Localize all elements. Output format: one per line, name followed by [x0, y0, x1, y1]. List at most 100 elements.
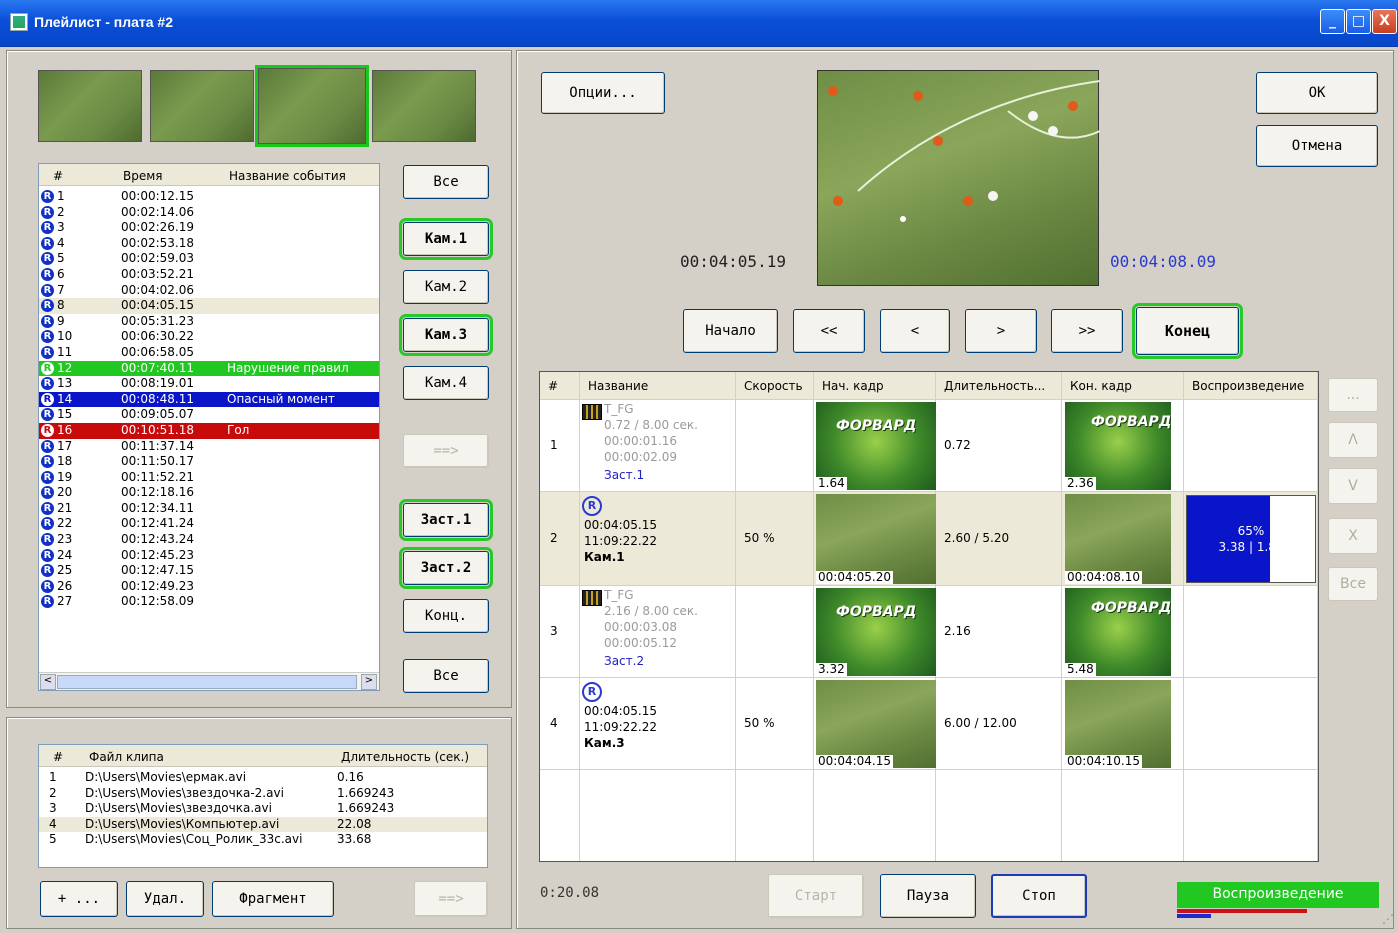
playlist-row[interactable]: 4 R 00:04:05.15 11:09:22.22 Кам.3 50 % 00:04:0… — [540, 678, 1318, 770]
stop-button[interactable]: Стоп — [991, 874, 1087, 918]
event-row[interactable]: R 20 00:12:18.16 — [39, 485, 379, 501]
scroll-thumb[interactable] — [57, 675, 357, 689]
events-hscrollbar[interactable]: < > — [39, 672, 379, 690]
playlist-grid[interactable]: # Название Скорость Нач. кадр Длительность..… — [539, 371, 1319, 862]
pl-col-start-frame[interactable]: Нач. кадр — [814, 372, 936, 400]
ok-button[interactable]: OK — [1256, 72, 1378, 114]
event-row[interactable]: R 8 00:04:05.15 — [39, 298, 379, 314]
event-row[interactable]: R 4 00:02:53.18 — [39, 236, 379, 252]
event-row[interactable]: R 23 00:12:43.24 — [39, 532, 379, 548]
zast1-button[interactable]: Заст.1 — [399, 499, 493, 541]
event-row[interactable]: R 9 00:05:31.23 — [39, 314, 379, 330]
more-button[interactable]: ... — [1328, 378, 1378, 412]
event-row[interactable]: R 13 00:08:19.01 — [39, 376, 379, 392]
event-row[interactable]: R 2 00:02:14.06 — [39, 205, 379, 221]
playlist-row[interactable]: 2 R 00:04:05.15 11:09:22.22 Кам.1 50 % 00:04:0… — [540, 492, 1318, 586]
start-frame-thumb[interactable]: ФОРВАРД 3.32 — [816, 588, 936, 676]
cam3-button[interactable]: Кам.3 — [399, 314, 493, 356]
event-row[interactable]: R 1 00:00:12.15 — [39, 189, 379, 205]
minimize-button[interactable]: _ — [1320, 9, 1345, 34]
event-row[interactable]: R 10 00:06:30.22 — [39, 329, 379, 345]
event-row[interactable]: R 19 00:11:52.21 — [39, 470, 379, 486]
move-down-button[interactable]: V — [1328, 468, 1378, 504]
zast2-button[interactable]: Заст.2 — [399, 547, 493, 589]
clips-col-number[interactable]: # — [53, 750, 63, 764]
event-row[interactable]: R 11 00:06:58.05 — [39, 345, 379, 361]
remove-item-button[interactable]: X — [1328, 518, 1378, 554]
col-number[interactable]: # — [53, 169, 63, 183]
pl-col-number[interactable]: # — [540, 372, 580, 400]
cam1-button[interactable]: Кам.1 — [399, 218, 493, 260]
end-button[interactable]: Конец — [1132, 303, 1243, 359]
event-row[interactable]: R 6 00:03:52.21 — [39, 267, 379, 283]
maximize-button[interactable]: □ — [1346, 9, 1371, 34]
pl-col-title[interactable]: Название — [580, 372, 736, 400]
clip-to-playlist-button[interactable]: ==> — [414, 881, 488, 917]
resize-grip-icon[interactable]: ⋰ — [1380, 912, 1394, 926]
add-to-playlist-button[interactable]: ==> — [403, 434, 489, 468]
col-time[interactable]: Время — [123, 169, 163, 183]
cam2-button[interactable]: Кам.2 — [403, 270, 489, 304]
camera-thumb-4[interactable] — [372, 70, 476, 142]
end-frame-thumb[interactable]: ФОРВАРД 5.48 — [1065, 588, 1171, 676]
pl-col-duration[interactable]: Длительность... — [936, 372, 1062, 400]
event-row[interactable]: R 14 00:08:48.11 Опасный момент — [39, 391, 379, 408]
clip-row[interactable]: 1 D:\Users\Movies\ермак.avi 0.16 — [39, 770, 487, 786]
event-row[interactable]: R 27 00:12:58.09 — [39, 594, 379, 610]
end-frame-thumb[interactable]: 00:04:10.15 — [1065, 680, 1171, 768]
clip-row[interactable]: 2 D:\Users\Movies\звездочка-2.avi 1.669243 — [39, 786, 487, 802]
event-row[interactable]: R 16 00:10:51.18 Гол — [39, 422, 379, 439]
clip-row[interactable]: 5 D:\Users\Movies\Соц_Ролик_33с.avi 33.68 — [39, 832, 487, 848]
options-button[interactable]: Опции... — [541, 72, 665, 114]
all-events-button[interactable]: Все — [403, 165, 489, 199]
move-up-button[interactable]: Λ — [1328, 422, 1378, 458]
start-frame-thumb[interactable]: ФОРВАРД 1.64 — [816, 402, 936, 490]
camera-thumb-2[interactable] — [150, 70, 254, 142]
pl-col-end-frame[interactable]: Кон. кадр — [1062, 372, 1184, 400]
col-event-name[interactable]: Название события — [229, 169, 346, 183]
scroll-right-icon[interactable]: > — [361, 674, 377, 690]
clips-col-file[interactable]: Файл клипа — [89, 750, 164, 764]
cam4-button[interactable]: Кам.4 — [403, 366, 489, 400]
pl-col-playback[interactable]: Воспроизведение — [1184, 372, 1318, 400]
events-list[interactable]: # Время Название события R 1 00:00:12.15 R 2… — [38, 163, 380, 691]
clips-col-duration[interactable]: Длительность (сек.) — [341, 750, 469, 764]
cancel-button[interactable]: Отмена — [1256, 125, 1378, 167]
konc-button[interactable]: Конц. — [403, 599, 489, 633]
scroll-left-icon[interactable]: < — [40, 674, 56, 690]
camera-thumb-3[interactable] — [255, 65, 369, 147]
fragment-button[interactable]: Фрагмент — [212, 881, 334, 917]
event-row[interactable]: R 21 00:12:34.11 — [39, 501, 379, 517]
clip-row[interactable]: 4 D:\Users\Movies\Компьютер.avi 22.08 — [39, 816, 487, 833]
event-row[interactable]: R 22 00:12:41.24 — [39, 516, 379, 532]
playlist-row[interactable]: 1 T_FG 0.72 / 8.00 сек. 00:00:01.16 00:00:02… — [540, 400, 1318, 492]
event-row[interactable]: R 17 00:11:37.14 — [39, 439, 379, 455]
clips-list[interactable]: # Файл клипа Длительность (сек.) 1 D:\Use… — [38, 744, 488, 868]
start-frame-thumb[interactable]: 00:04:05.20 — [816, 494, 936, 584]
event-row[interactable]: R 24 00:12:45.23 — [39, 548, 379, 564]
pl-col-speed[interactable]: Скорость — [736, 372, 814, 400]
end-frame-thumb[interactable]: 00:04:08.10 — [1065, 494, 1171, 584]
event-row[interactable]: R 5 00:02:59.03 — [39, 251, 379, 267]
forward-button[interactable]: > — [965, 309, 1037, 353]
event-row[interactable]: R 26 00:12:49.23 — [39, 579, 379, 595]
playlist-row[interactable]: 3 T_FG 2.16 / 8.00 сек. 00:00:03.08 00:00:05… — [540, 586, 1318, 678]
all-bottom-button[interactable]: Все — [403, 659, 489, 693]
pause-button[interactable]: Пауза — [880, 874, 976, 918]
event-row[interactable]: R 18 00:11:50.17 — [39, 454, 379, 470]
select-all-button[interactable]: Все — [1328, 567, 1378, 601]
event-row[interactable]: R 3 00:02:26.19 — [39, 220, 379, 236]
rewind-fast-button[interactable]: << — [793, 309, 865, 353]
camera-thumb-1[interactable] — [38, 70, 142, 142]
event-row[interactable]: R 15 00:09:05.07 — [39, 407, 379, 423]
end-frame-thumb[interactable]: ФОРВАРД 2.36 — [1065, 402, 1171, 490]
delete-clip-button[interactable]: Удал. — [126, 881, 204, 917]
start-button[interactable]: Начало — [683, 309, 778, 353]
play-start-button[interactable]: Старт — [768, 874, 864, 918]
event-row[interactable]: R 7 00:04:02.06 — [39, 283, 379, 299]
clip-row[interactable]: 3 D:\Users\Movies\звездочка.avi 1.669243 — [39, 801, 487, 817]
event-row[interactable]: R 12 00:07:40.11 Нарушение правил — [39, 360, 379, 377]
close-button[interactable]: X — [1372, 9, 1397, 34]
start-frame-thumb[interactable]: 00:04:04.15 — [816, 680, 936, 768]
forward-fast-button[interactable]: >> — [1051, 309, 1123, 353]
